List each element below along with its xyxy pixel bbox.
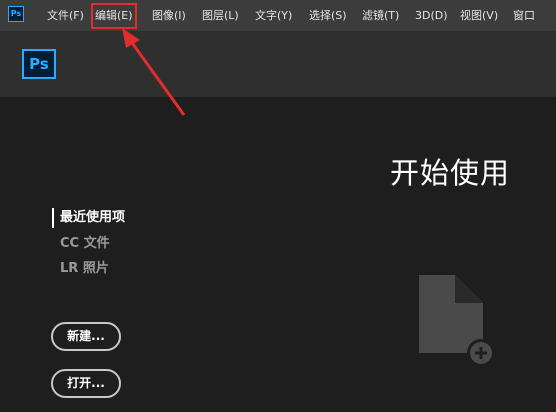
nav-cc-files[interactable]: CC 文件	[60, 234, 110, 254]
nav-lr-photos[interactable]: LR 照片	[60, 259, 109, 279]
menu-window[interactable]: 窗口	[513, 0, 535, 31]
menu-layer[interactable]: 图层(L)	[202, 0, 239, 31]
nav-recent[interactable]: 最近使用项	[52, 208, 125, 228]
menu-select[interactable]: 选择(S)	[309, 0, 347, 31]
new-button[interactable]: 新建...	[51, 322, 121, 351]
page-title: 开始使用	[390, 156, 511, 190]
start-header: Ps	[0, 31, 556, 97]
menu-filter[interactable]: 滤镜(T)	[362, 0, 399, 31]
menu-file[interactable]: 文件(F)	[47, 0, 84, 31]
menu-type[interactable]: 文字(Y)	[255, 0, 292, 31]
open-button[interactable]: 打开...	[51, 369, 121, 398]
menu-bar: Ps 文件(F) 编辑(E) 图像(I) 图层(L) 文字(Y) 选择(S) 滤…	[0, 0, 556, 31]
menu-image[interactable]: 图像(I)	[152, 0, 186, 31]
menu-3d[interactable]: 3D(D)	[415, 0, 448, 31]
menu-edit[interactable]: 编辑(E)	[91, 3, 137, 29]
menu-view[interactable]: 视图(V)	[460, 0, 498, 31]
photoshop-logo: Ps	[22, 49, 56, 79]
photoshop-app-icon[interactable]: Ps	[8, 6, 24, 22]
new-document-icon	[419, 275, 495, 367]
